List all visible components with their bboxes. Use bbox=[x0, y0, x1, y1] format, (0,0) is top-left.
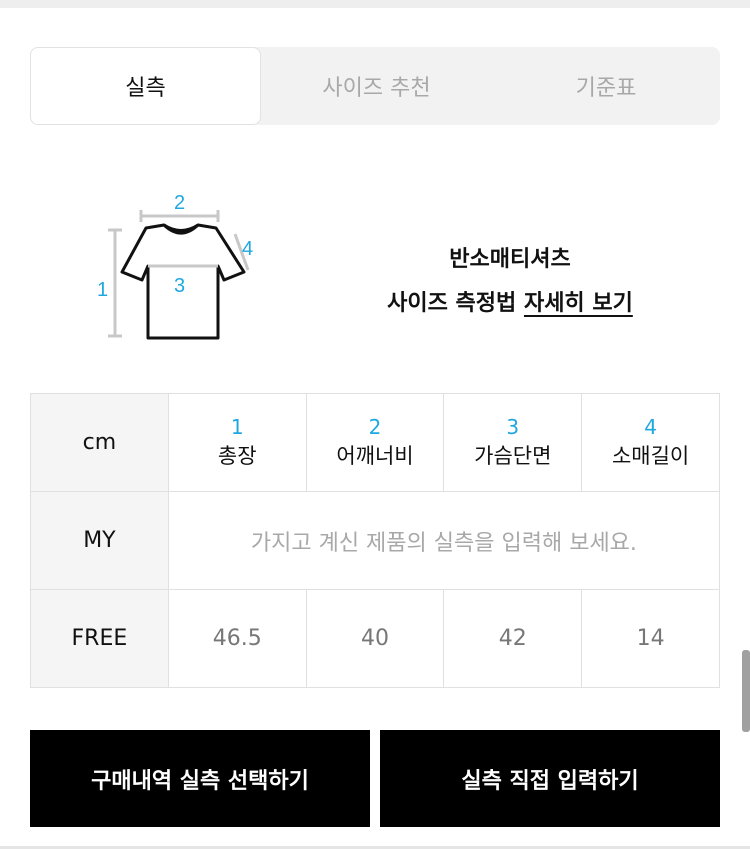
column-number: 4 bbox=[644, 414, 657, 439]
select-from-purchases-button[interactable]: 구매내역 실측 선택하기 bbox=[30, 730, 370, 827]
diagram-label-sleeve: 4 bbox=[242, 238, 253, 260]
my-row-label: MY bbox=[30, 491, 169, 590]
measurement-guide: 반소매티셔츠 사이즈 측정법 자세히 보기 bbox=[300, 238, 720, 326]
column-header: 2 어깨너비 bbox=[305, 393, 445, 492]
column-number: 1 bbox=[230, 414, 244, 439]
column-header: 4 소매길이 bbox=[581, 393, 720, 492]
my-size-row: MY 가지고 계신 제품의 실측을 입력해 보세요. bbox=[30, 491, 721, 590]
size-tab-bar: 실측 사이즈 추천 기준표 bbox=[30, 47, 720, 125]
size-value: 14 bbox=[581, 589, 720, 688]
column-name: 어깨너비 bbox=[336, 443, 414, 468]
top-divider bbox=[0, 0, 750, 8]
diagram-label-shoulder: 2 bbox=[174, 192, 185, 214]
diagram-label-length: 1 bbox=[97, 279, 108, 301]
diagram-label-chest: 3 bbox=[174, 275, 185, 297]
table-row: FREE 46.5 40 42 14 bbox=[30, 589, 720, 688]
details-link[interactable]: 자세히 보기 bbox=[524, 291, 633, 316]
size-value: 42 bbox=[443, 589, 583, 688]
unit-cell: cm bbox=[30, 393, 169, 492]
guide-prefix: 사이즈 측정법 bbox=[387, 291, 517, 316]
size-table: cm 1 총장 2 어깨너비 3 가슴단면 4 소매길이 MY 가지고 계신 제… bbox=[30, 393, 721, 688]
column-name: 총장 bbox=[217, 443, 257, 468]
column-number: 2 bbox=[368, 414, 382, 439]
size-label: FREE bbox=[30, 589, 169, 688]
tab-measurement[interactable]: 실측 bbox=[30, 47, 261, 125]
tshirt-measurement-diagram: 1 2 3 4 bbox=[97, 192, 253, 340]
my-size-input-prompt[interactable]: 가지고 계신 제품의 실측을 입력해 보세요. bbox=[167, 491, 721, 590]
my-size-placeholder: 가지고 계신 제품의 실측을 입력해 보세요. bbox=[250, 530, 637, 556]
size-value: 46.5 bbox=[167, 589, 307, 688]
guide-line: 사이즈 측정법 자세히 보기 bbox=[300, 282, 720, 326]
column-header: 3 가슴단면 bbox=[443, 393, 583, 492]
column-name: 소매길이 bbox=[611, 443, 690, 468]
scrollbar-thumb[interactable] bbox=[742, 650, 750, 732]
tab-size-chart[interactable]: 기준표 bbox=[492, 47, 720, 125]
column-header: 1 총장 bbox=[167, 393, 307, 492]
enter-measurement-button[interactable]: 실측 직접 입력하기 bbox=[380, 730, 720, 827]
table-header-row: cm 1 총장 2 어깨너비 3 가슴단면 4 소매길이 bbox=[30, 393, 720, 492]
column-name: 가슴단면 bbox=[474, 443, 552, 468]
product-type: 반소매티셔츠 bbox=[449, 247, 571, 272]
column-number: 3 bbox=[506, 414, 520, 439]
size-value: 40 bbox=[305, 589, 445, 688]
tab-size-recommendation[interactable]: 사이즈 추천 bbox=[261, 47, 492, 125]
